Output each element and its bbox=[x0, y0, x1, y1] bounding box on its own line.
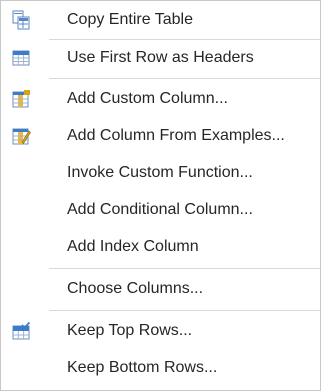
keep-top-rows-icon bbox=[10, 320, 32, 342]
menu-item-label: Add Index Column bbox=[67, 238, 199, 255]
context-menu: Copy Entire Table Use First Row as Heade… bbox=[0, 0, 321, 391]
menu-item-add-conditional-column[interactable]: Add Conditional Column... bbox=[1, 192, 320, 228]
menu-item-label: Keep Bottom Rows... bbox=[67, 359, 218, 376]
menu-item-label: Keep Top Rows... bbox=[67, 322, 193, 339]
menu-item-copy-entire-table[interactable]: Copy Entire Table bbox=[1, 2, 320, 38]
menu-item-label: Choose Columns... bbox=[67, 280, 204, 297]
menu-separator bbox=[49, 268, 320, 269]
table-headers-icon bbox=[10, 47, 32, 69]
menu-item-choose-columns[interactable]: Choose Columns... bbox=[1, 271, 320, 307]
menu-item-label: Add Conditional Column... bbox=[67, 201, 253, 218]
menu-item-add-index-column[interactable]: Add Index Column bbox=[1, 229, 320, 265]
menu-item-keep-top-rows[interactable]: Keep Top Rows... bbox=[1, 313, 320, 349]
menu-item-add-custom-column[interactable]: Add Custom Column... bbox=[1, 81, 320, 117]
menu-separator bbox=[49, 78, 320, 79]
menu-item-label: Use First Row as Headers bbox=[67, 49, 254, 66]
menu-item-use-first-row-as-headers[interactable]: Use First Row as Headers bbox=[1, 40, 320, 76]
menu-item-label: Copy Entire Table bbox=[67, 11, 193, 28]
menu-item-label: Invoke Custom Function... bbox=[67, 164, 253, 181]
custom-column-icon bbox=[10, 88, 32, 110]
menu-item-invoke-custom-function[interactable]: Invoke Custom Function... bbox=[1, 155, 320, 191]
menu-separator bbox=[49, 310, 320, 311]
menu-item-label: Add Column From Examples... bbox=[67, 127, 285, 144]
menu-item-label: Add Custom Column... bbox=[67, 90, 228, 107]
column-from-examples-icon bbox=[10, 125, 32, 147]
menu-item-add-column-from-examples[interactable]: Add Column From Examples... bbox=[1, 118, 320, 154]
menu-item-keep-bottom-rows[interactable]: Keep Bottom Rows... bbox=[1, 350, 320, 386]
copy-table-icon bbox=[10, 9, 32, 31]
